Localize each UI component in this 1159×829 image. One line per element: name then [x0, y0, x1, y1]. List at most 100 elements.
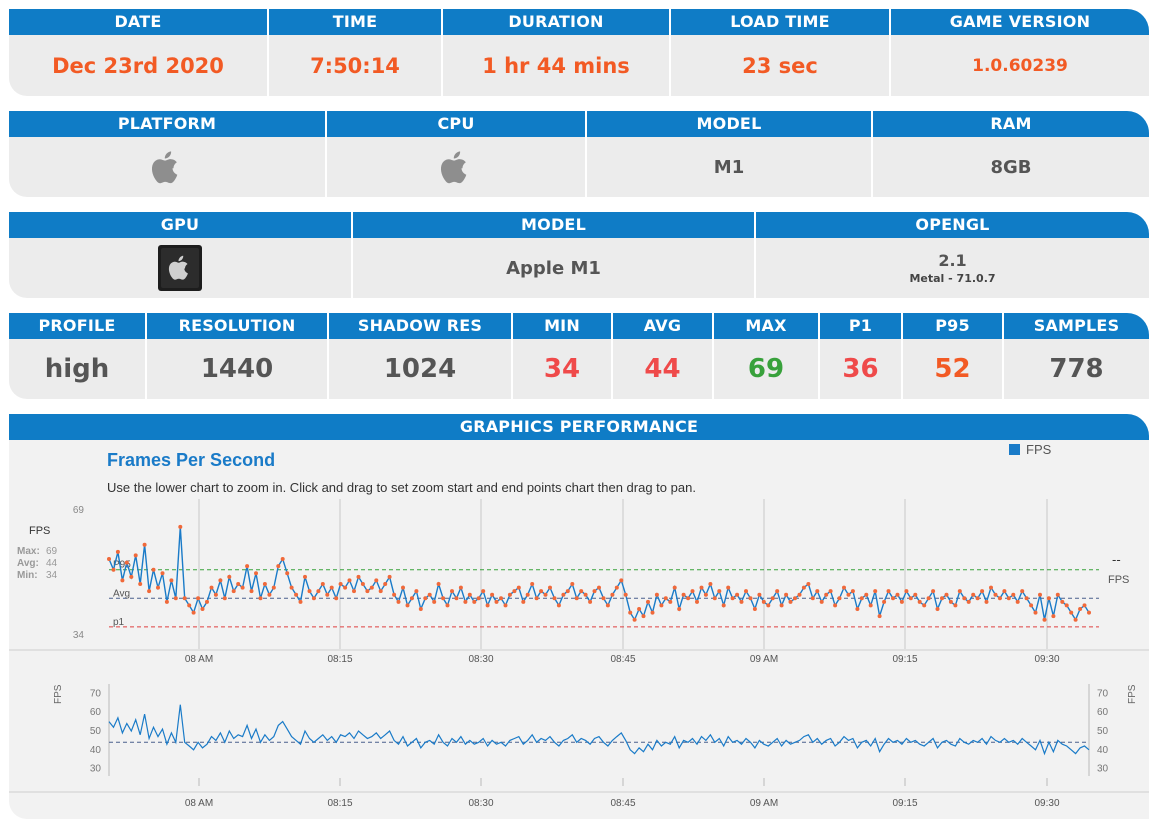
- navigator-y-tick-left: 60: [90, 707, 102, 718]
- fps-data-point: [1069, 610, 1074, 615]
- fps-data-point: [178, 524, 183, 529]
- fps-data-point: [222, 596, 227, 601]
- fps-data-point: [966, 599, 971, 604]
- load-time-header: LOAD TIME: [730, 12, 830, 31]
- duration-value: 1 hr 44 mins: [482, 53, 630, 78]
- fps-data-point: [971, 592, 976, 597]
- crosshair-unit: FPS: [1108, 574, 1129, 586]
- navigator-y-tick-left: 40: [90, 745, 102, 756]
- fps-data-point: [588, 599, 593, 604]
- platform-header: PLATFORM: [117, 114, 217, 133]
- fps-data-point: [516, 585, 521, 590]
- fps-data-point: [672, 585, 677, 590]
- fps-data-point: [891, 596, 895, 601]
- fps-data-point: [1055, 592, 1060, 597]
- fps-data-point: [1033, 610, 1038, 615]
- fps-data-point: [677, 607, 682, 611]
- fps-data-point: [850, 589, 855, 594]
- fps-data-point: [561, 592, 566, 597]
- fps-data-point: [837, 596, 842, 601]
- date-cell: DATE Dec 23rd 2020: [9, 9, 267, 96]
- navigator-y-label-right: FPS: [1127, 684, 1138, 704]
- game-version-value: 1.0.60239: [972, 55, 1068, 76]
- x-tick-label: 09 AM: [750, 654, 778, 665]
- fps-data-point: [485, 603, 490, 608]
- fps-data-point: [374, 578, 379, 583]
- avg-value: 44: [644, 354, 681, 384]
- fps-data-point: [597, 585, 601, 590]
- resolution-cell: RESOLUTION 1440: [147, 313, 327, 399]
- fps-data-point: [739, 599, 744, 604]
- load-time-cell: LOAD TIME 23 sec: [671, 9, 889, 96]
- min-value: 34: [543, 354, 581, 384]
- fps-data-point: [307, 589, 312, 594]
- fps-data-point: [690, 589, 695, 594]
- fps-data-point: [285, 571, 290, 576]
- fps-data-point: [917, 599, 922, 604]
- fps-data-point: [1024, 596, 1029, 601]
- fps-chart[interactable]: FPS Max: 69 Avg: 44 Min: 34 -- FPS 08 AM…: [9, 414, 1149, 819]
- fps-data-point: [236, 582, 241, 586]
- gpu-model-value: Apple M1: [506, 257, 601, 279]
- fps-data-point: [637, 607, 642, 611]
- fps-data-point: [766, 603, 771, 608]
- fps-data-point: [200, 607, 205, 611]
- fps-data-point: [953, 603, 958, 608]
- y-axis-label: FPS: [29, 525, 50, 537]
- fps-data-point: [525, 592, 530, 597]
- max-value: 69: [747, 354, 785, 384]
- fps-data-point: [997, 596, 1002, 601]
- y-tick-label: 69: [73, 505, 85, 516]
- avg-label: Avg:: [17, 558, 39, 569]
- navigator-chart-plot[interactable]: FPS FPS 70 70 60 60 50 50 40 40 30 30 08 AM 08:15 08…: [53, 684, 1138, 809]
- model-header: MODEL: [696, 114, 762, 133]
- fps-data-point: [601, 596, 606, 601]
- p95-cell: P95 52: [903, 313, 1002, 399]
- navigator-y-tick-right: 50: [1097, 726, 1109, 737]
- fps-data-point: [365, 589, 370, 594]
- duration-cell: DURATION 1 hr 44 mins: [443, 9, 669, 96]
- fps-data-point: [610, 592, 615, 597]
- main-chart-plot[interactable]: 08 AM 08:15 08:30 08:45 09 AM 09:15 09:306934P…: [73, 499, 1099, 665]
- stats-band: PROFILE high RESOLUTION 1440 SHADOW RES …: [9, 313, 1149, 399]
- fps-data-point: [570, 582, 575, 586]
- fps-data-point: [499, 596, 503, 601]
- fps-data-point: [957, 589, 962, 594]
- fps-data-point: [423, 596, 428, 601]
- fps-data-point: [1064, 603, 1069, 608]
- fps-data-point: [855, 607, 860, 611]
- fps-data-point: [325, 592, 330, 597]
- fps-data-point: [882, 599, 887, 604]
- fps-data-point: [507, 592, 512, 597]
- p95-header: P95: [935, 316, 970, 335]
- shadow-res-header: SHADOW RES: [357, 316, 483, 335]
- fps-data-point: [1038, 592, 1042, 597]
- fps-data-point: [641, 614, 646, 619]
- fps-data-point: [868, 603, 873, 608]
- resolution-value: 1440: [200, 354, 274, 384]
- fps-data-point: [788, 599, 793, 604]
- min-cell: MIN 34: [513, 313, 611, 399]
- cpu-cell: CPU: [327, 111, 585, 197]
- samples-value: 778: [1049, 354, 1104, 384]
- navigator-x-tick-label: 08:15: [327, 798, 352, 809]
- fps-data-point: [708, 582, 713, 586]
- fps-data-point: [980, 589, 985, 594]
- fps-data-point: [650, 610, 655, 615]
- platform-value: [9, 137, 325, 197]
- fps-data-point: [761, 599, 766, 604]
- fps-data-point: [864, 592, 869, 597]
- samples-cell: SAMPLES 778: [1004, 313, 1149, 399]
- fps-data-point: [1051, 614, 1056, 619]
- p1-header: P1: [848, 316, 873, 335]
- fps-data-point: [686, 596, 691, 601]
- fps-data-point: [828, 589, 833, 594]
- fps-data-point: [592, 589, 597, 594]
- shadow-res-cell: SHADOW RES 1024: [329, 313, 511, 399]
- fps-data-point: [454, 596, 459, 601]
- fps-data-point: [628, 610, 633, 615]
- fps-data-point: [1006, 596, 1011, 601]
- fps-data-point: [338, 582, 343, 586]
- fps-data-point: [846, 592, 851, 597]
- x-tick-label: 09:30: [1034, 654, 1059, 665]
